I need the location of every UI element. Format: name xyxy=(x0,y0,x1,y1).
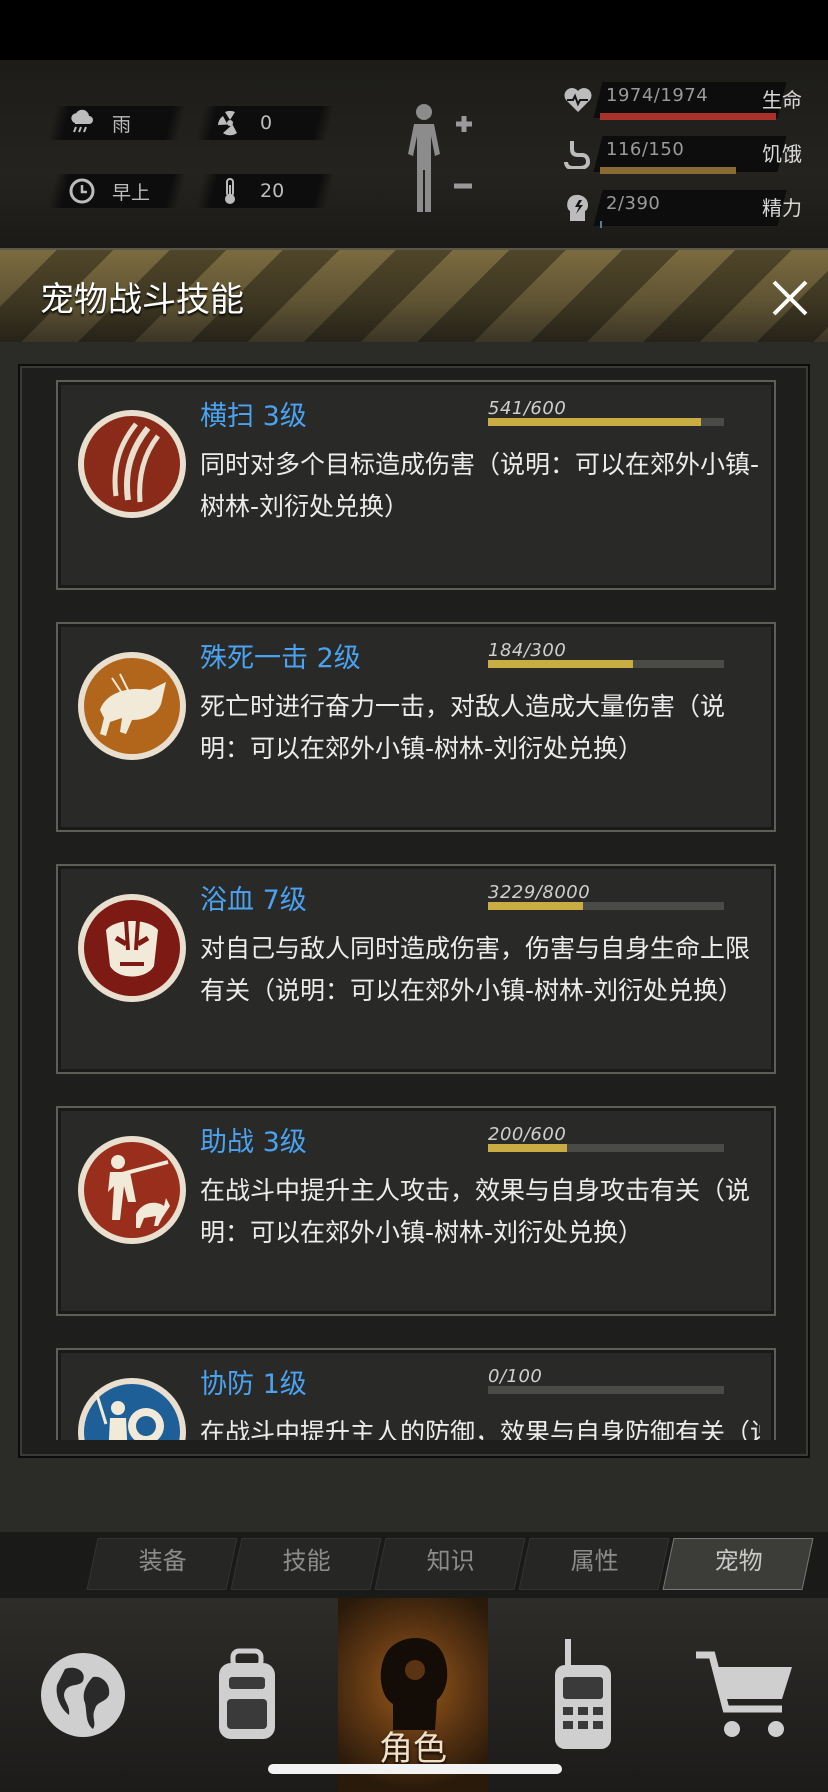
nav-radio[interactable] xyxy=(508,1598,658,1792)
skill-description: 在战斗中提升主人的防御，效果与自身防御有关（说 xyxy=(200,1418,760,1440)
hunger-stat: 116/150 饥饿 xyxy=(560,134,828,174)
skill-card[interactable]: 殊死一击 2级 184/300 死亡时进行奋力一击，对敌人造成大量伤害（说明：可… xyxy=(56,622,776,832)
energy-value: 2/390 xyxy=(606,193,661,214)
tab-label: 装备 xyxy=(138,1547,187,1575)
skill-description: 同时对多个目标造成伤害（说明：可以在郊外小镇-树林-刘衍处兑换） xyxy=(200,450,760,521)
tab-label: 知识 xyxy=(426,1547,475,1575)
skill-progress-fill xyxy=(488,418,701,426)
radiation-value: 0 xyxy=(260,112,273,134)
skill-progress-fill xyxy=(488,902,584,910)
close-icon xyxy=(772,280,808,316)
skill-progress-fill xyxy=(488,660,633,668)
skill-description: 死亡时进行奋力一击，对敌人造成大量伤害（说明：可以在郊外小镇-树林-刘衍处兑换） xyxy=(200,692,726,763)
hud-panel: 雨 0 早上 20 1974/1974 生命 116/150 饥饿 2/390 … xyxy=(0,60,828,250)
health-bar xyxy=(600,113,776,120)
energy-head-icon xyxy=(560,190,596,226)
close-button[interactable] xyxy=(764,272,816,324)
stomach-icon xyxy=(560,136,596,172)
skill-progress-bar xyxy=(488,1144,724,1152)
skill-name: 助战 3级 xyxy=(200,1127,307,1158)
clock-icon xyxy=(66,175,98,207)
nav-character-label: 角色 xyxy=(379,1729,447,1769)
home-indicator xyxy=(268,1764,562,1774)
skill-name: 殊死一击 2级 xyxy=(200,643,361,674)
skill-progress-text: 0/100 xyxy=(488,1366,543,1387)
tab-skills[interactable]: 技能 xyxy=(230,1538,382,1590)
skill-list[interactable]: 横扫 3级 541/600 同时对多个目标造成伤害（说明：可以在郊外小镇-树林-… xyxy=(18,364,810,1458)
skill-progress-text: 541/600 xyxy=(488,398,567,419)
skill-name: 横扫 3级 xyxy=(200,401,307,432)
skill-name: 协防 1级 xyxy=(200,1369,307,1400)
bottom-nav: 角色 xyxy=(0,1598,828,1792)
radio-icon xyxy=(555,1639,611,1749)
time-of-day-text: 早上 xyxy=(112,181,151,204)
health-stat: 1974/1974 生命 xyxy=(560,80,828,120)
energy-stat: 2/390 精力 xyxy=(560,188,828,228)
temperature-value: 20 xyxy=(260,180,285,202)
pet-skills-dialog: 宠物战斗技能 横扫 3级 541/600 同时对多个目标造成伤害（说明：可以在郊… xyxy=(0,248,828,1536)
skill-progress-text: 3229/8000 xyxy=(488,882,591,903)
time-chip: 早上 xyxy=(47,174,187,208)
health-label: 生命 xyxy=(762,88,802,112)
skill-card[interactable]: 浴血 7级 3229/8000 对自己与敌人同时造成伤害，伤害与自身生命上限有关… xyxy=(56,864,776,1074)
dialog-header: 宠物战斗技能 xyxy=(0,250,828,342)
charging-beast-icon xyxy=(78,652,186,760)
weather-chip: 雨 xyxy=(47,106,187,140)
blood-face-icon xyxy=(78,894,186,1002)
health-value: 1974/1974 xyxy=(606,85,709,106)
heart-pulse-icon xyxy=(560,82,596,118)
character-sub-tabs: 装备 技能 知识 属性 宠物 xyxy=(0,1532,828,1598)
skill-list-viewport: 横扫 3级 541/600 同时对多个目标造成伤害（说明：可以在郊外小镇-树林-… xyxy=(20,366,808,1440)
skill-progress-bar xyxy=(488,902,724,910)
skill-name: 浴血 7级 xyxy=(200,885,307,916)
tab-label: 宠物 xyxy=(714,1547,763,1575)
nav-character[interactable]: 角色 xyxy=(338,1598,488,1792)
radiation-icon xyxy=(214,107,246,139)
nav-shop[interactable] xyxy=(672,1598,822,1792)
human-body-icon xyxy=(408,104,472,212)
hunger-bar xyxy=(600,167,736,174)
shield-warrior-icon xyxy=(78,1378,186,1440)
backpack-icon xyxy=(219,1648,275,1739)
body-status-figure[interactable] xyxy=(398,100,482,216)
map-globe-icon xyxy=(41,1653,125,1737)
hunger-value: 116/150 xyxy=(606,139,685,160)
tab-label: 属性 xyxy=(570,1547,619,1575)
weather-text: 雨 xyxy=(112,113,132,136)
tab-knowledge[interactable]: 知识 xyxy=(374,1538,526,1590)
skill-card[interactable]: 助战 3级 200/600 在战斗中提升主人攻击，效果与自身攻击有关（说明：可以… xyxy=(56,1106,776,1316)
skill-progress-text: 184/300 xyxy=(488,640,567,661)
thermometer-icon xyxy=(214,175,246,207)
tab-label: 技能 xyxy=(282,1547,331,1575)
hunger-label: 饥饿 xyxy=(762,142,802,166)
claw-marks-icon xyxy=(78,410,186,518)
energy-label: 精力 xyxy=(762,196,802,220)
nav-map[interactable] xyxy=(8,1598,158,1792)
skill-description: 对自己与敌人同时造成伤害，伤害与自身生命上限有关（说明：可以在郊外小镇-树林-刘… xyxy=(200,934,751,1005)
cart-icon xyxy=(696,1651,792,1737)
device-status-bar xyxy=(0,0,828,60)
nav-backpack[interactable] xyxy=(172,1598,322,1792)
radiation-chip: 0 xyxy=(195,106,335,140)
skill-progress-bar xyxy=(488,1386,724,1394)
skill-progress-bar xyxy=(488,418,724,426)
skill-card[interactable]: 协防 1级 0/100 在战斗中提升主人的防御，效果与自身防御有关（说 xyxy=(56,1348,776,1440)
skill-description: 在战斗中提升主人攻击，效果与自身攻击有关（说明：可以在郊外小镇-树林-刘衍处兑换… xyxy=(200,1176,751,1247)
dialog-title: 宠物战斗技能 xyxy=(40,280,244,320)
rain-cloud-icon xyxy=(66,107,98,139)
tab-pets[interactable]: 宠物 xyxy=(662,1538,814,1590)
skill-progress-text: 200/600 xyxy=(488,1124,567,1145)
temperature-chip: 20 xyxy=(195,174,335,208)
tab-equipment[interactable]: 装备 xyxy=(86,1538,238,1590)
hunter-dog-icon xyxy=(78,1136,186,1244)
skill-progress-fill xyxy=(488,1144,567,1152)
energy-bar xyxy=(600,221,602,228)
skill-card[interactable]: 横扫 3级 541/600 同时对多个目标造成伤害（说明：可以在郊外小镇-树林-… xyxy=(56,380,776,590)
tab-attributes[interactable]: 属性 xyxy=(518,1538,670,1590)
skill-progress-bar xyxy=(488,660,724,668)
